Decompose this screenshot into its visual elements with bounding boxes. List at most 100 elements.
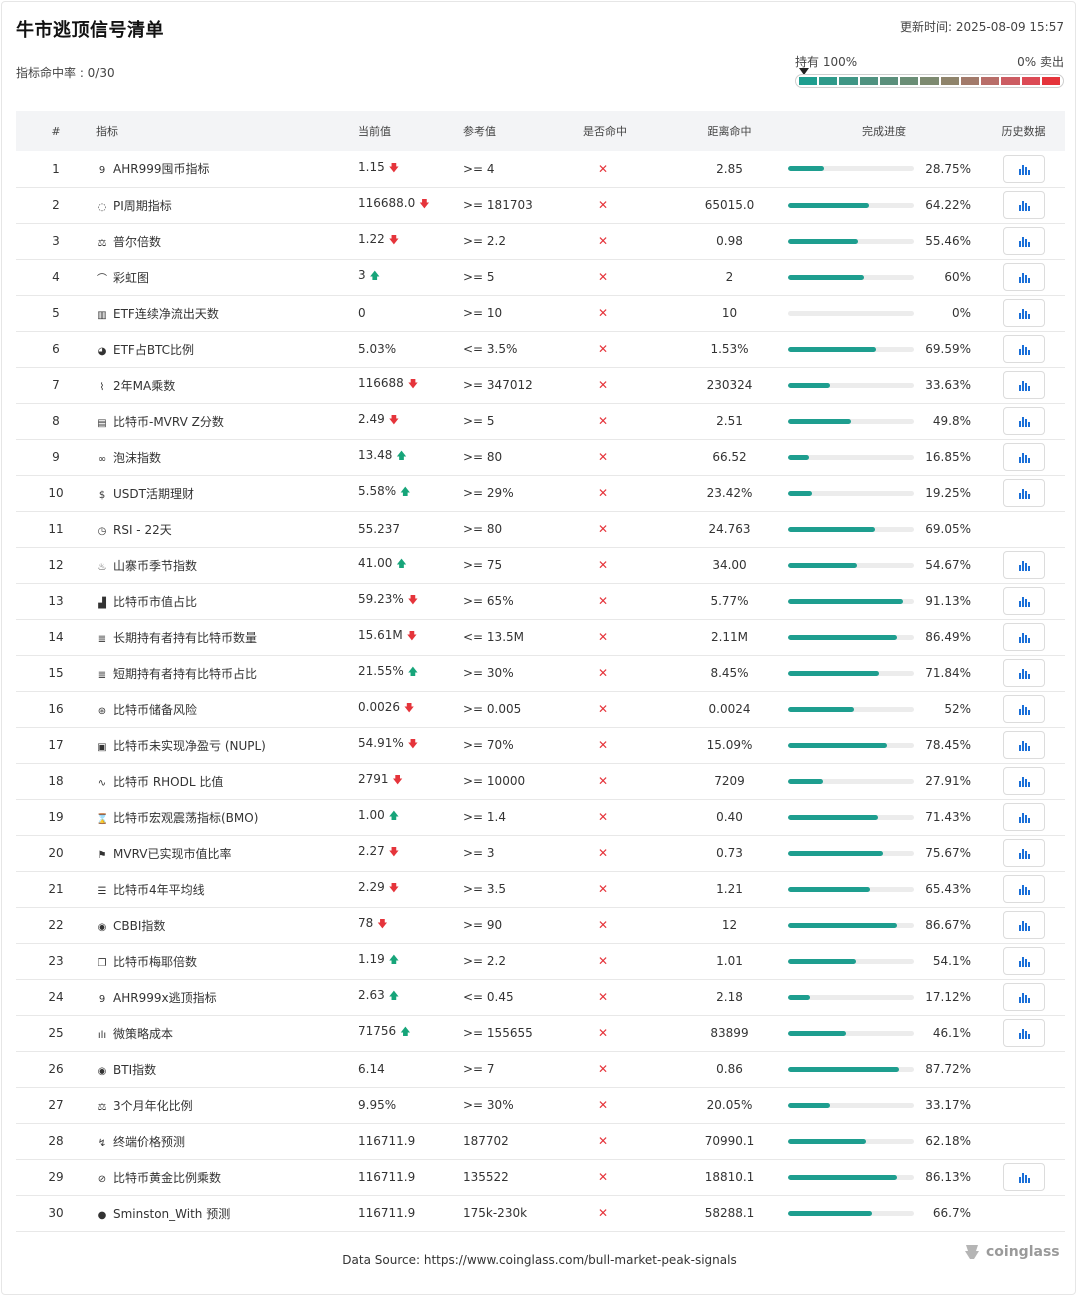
history-button[interactable] <box>1002 191 1045 219</box>
current-value: 0 <box>358 306 366 320</box>
history-button[interactable] <box>1002 299 1045 327</box>
indicator-cell[interactable]: ⌇ 2年MA乘数 <box>96 367 358 403</box>
history-cell <box>982 511 1065 547</box>
history-button[interactable] <box>1002 911 1045 939</box>
indicator-cell[interactable]: ⚖ 3个月年化比例 <box>96 1087 358 1123</box>
indicator-cell[interactable]: ⊛ 比特币储备风险 <box>96 691 358 727</box>
reference-value: >= 70% <box>463 738 514 752</box>
indicator-cell[interactable]: ▤ 比特币-MVRV Z分数 <box>96 403 358 439</box>
history-button[interactable] <box>1002 371 1045 399</box>
history-button[interactable] <box>1002 335 1045 363</box>
history-button[interactable] <box>1002 479 1045 507</box>
indicator-cell[interactable]: ⌒ 彩虹图 <box>96 259 358 295</box>
indicator-cell[interactable]: ☰ 比特币4年平均线 <box>96 871 358 907</box>
signal-table: # 指标 当前值 参考值 是否命中 距离命中 完成进度 历史数据 1 9 AHR99… <box>16 111 1065 1232</box>
history-button[interactable] <box>1002 659 1045 687</box>
history-button[interactable] <box>1002 875 1045 903</box>
indicator-cell[interactable]: ● Sminston_With 预测 <box>96 1195 358 1231</box>
progress-percent: 71.84% <box>925 666 971 680</box>
indicator-cell[interactable]: ⚖ 普尔倍数 <box>96 223 358 259</box>
current-value-cell: 2.49 🡇 <box>358 403 463 439</box>
indicator-cell[interactable]: ▥ ETF连续净流出天数 <box>96 295 358 331</box>
progress-percent: 75.67% <box>925 846 971 860</box>
row-index: 7 <box>52 378 60 392</box>
cross-icon: ✕ <box>598 378 609 392</box>
history-button[interactable] <box>1002 695 1045 723</box>
progress-cell: 62.18% <box>786 1123 982 1159</box>
history-button[interactable] <box>1002 947 1045 975</box>
history-button[interactable] <box>1002 803 1045 831</box>
col-header-history: 历史数据 <box>1001 125 1046 138</box>
indicator-name: 比特币4年平均线 <box>113 882 205 897</box>
bar-chart-icon <box>1018 1173 1030 1183</box>
indicator-cell[interactable]: ♨ 山寨币季节指数 <box>96 547 358 583</box>
indicator-cell[interactable]: 9 AHR999囤币指标 <box>96 151 358 187</box>
history-button[interactable] <box>1002 767 1045 795</box>
current-value: 6.14 <box>358 1062 385 1076</box>
indicator-cell[interactable]: ⚑ MVRV已实现市值比率 <box>96 835 358 871</box>
indicator-icon: ▥ <box>97 309 107 321</box>
current-value-cell: 116711.9 <box>358 1159 463 1195</box>
reference-value: >= 10000 <box>463 774 526 788</box>
table-row: 11 ◷ RSI - 22天 55.237 >= 80 ✕ 24.763 69.05% <box>16 511 1065 547</box>
history-button[interactable] <box>1002 227 1045 255</box>
indicator-cell[interactable]: ↯ 终端价格预测 <box>96 1123 358 1159</box>
indicator-cell[interactable]: ◉ BTI指数 <box>96 1051 358 1087</box>
indicator-cell[interactable]: ⊘ 比特币黄金比例乘数 <box>96 1159 358 1195</box>
current-value: 15.61M <box>358 628 403 642</box>
hit-status: ✕ <box>583 979 673 1015</box>
distance-value: 34.00 <box>712 558 747 572</box>
history-button[interactable] <box>1002 407 1045 435</box>
history-button[interactable] <box>1002 1163 1045 1191</box>
indicator-name: USDT活期理财 <box>113 486 194 501</box>
arrow-down-icon: 🡇 <box>406 631 417 642</box>
cross-icon: ✕ <box>598 1026 609 1040</box>
history-button[interactable] <box>1002 551 1045 579</box>
progress-bar <box>788 1030 914 1036</box>
history-button[interactable] <box>1002 263 1045 291</box>
hit-status: ✕ <box>583 763 673 799</box>
progress-percent: 66.7% <box>932 1206 971 1220</box>
indicator-cell[interactable]: ◉ CBBI指数 <box>96 907 358 943</box>
indicator-cell[interactable]: ∞ 泡沫指数 <box>96 439 358 475</box>
reference-value: 187702 <box>463 1134 509 1148</box>
bar-chart-icon <box>1018 957 1030 967</box>
arrow-down-icon: 🡇 <box>388 415 399 426</box>
current-value-cell: 78 🡇 <box>358 907 463 943</box>
indicator-cell[interactable]: ılı 微策略成本 <box>96 1015 358 1051</box>
indicator-cell[interactable]: ◷ RSI - 22天 <box>96 511 358 547</box>
indicator-cell[interactable]: ∿ 比特币 RHODL 比值 <box>96 763 358 799</box>
history-button[interactable] <box>1002 983 1045 1011</box>
indicator-cell[interactable]: ◕ ETF占BTC比例 <box>96 331 358 367</box>
progress-fill <box>788 598 903 604</box>
history-button[interactable] <box>1002 443 1045 471</box>
history-button[interactable] <box>1002 587 1045 615</box>
indicator-cell[interactable]: 9 AHR999x逃顶指标 <box>96 979 358 1015</box>
history-button[interactable] <box>1002 731 1045 759</box>
indicator-name: 泡沫指数 <box>113 450 162 465</box>
progress-bar <box>788 238 914 244</box>
indicator-cell[interactable]: ❐ 比特币梅耶倍数 <box>96 943 358 979</box>
coinglass-logo-icon <box>965 1245 979 1259</box>
col-header-indicator: 指标 <box>96 125 118 138</box>
row-index: 9 <box>52 450 60 464</box>
cross-icon: ✕ <box>598 990 609 1004</box>
indicator-cell[interactable]: ◌ PI周期指标 <box>96 187 358 223</box>
indicator-cell[interactable]: $ USDT活期理财 <box>96 475 358 511</box>
indicator-name: 微策略成本 <box>113 1026 174 1041</box>
history-cell <box>982 691 1065 727</box>
history-button[interactable] <box>1002 1019 1045 1047</box>
progress-cell: 17.12% <box>786 979 982 1015</box>
indicator-cell[interactable]: ≣ 短期持有者持有比特币占比 <box>96 655 358 691</box>
history-button[interactable] <box>1002 839 1045 867</box>
gauge-segment <box>981 77 1000 85</box>
col-header-distance: 距离命中 <box>707 125 752 138</box>
history-button[interactable] <box>1002 623 1045 651</box>
indicator-cell[interactable]: ▣ 比特币未实现净盈亏 (NUPL) <box>96 727 358 763</box>
indicator-cell[interactable]: ▟ 比特币市值占比 <box>96 583 358 619</box>
indicator-icon: ⌒ <box>97 273 107 285</box>
row-index: 2 <box>52 198 60 212</box>
history-button[interactable] <box>1002 154 1045 183</box>
indicator-cell[interactable]: ≣ 长期持有者持有比特币数量 <box>96 619 358 655</box>
indicator-cell[interactable]: ⌛ 比特币宏观震荡指标(BMO) <box>96 799 358 835</box>
